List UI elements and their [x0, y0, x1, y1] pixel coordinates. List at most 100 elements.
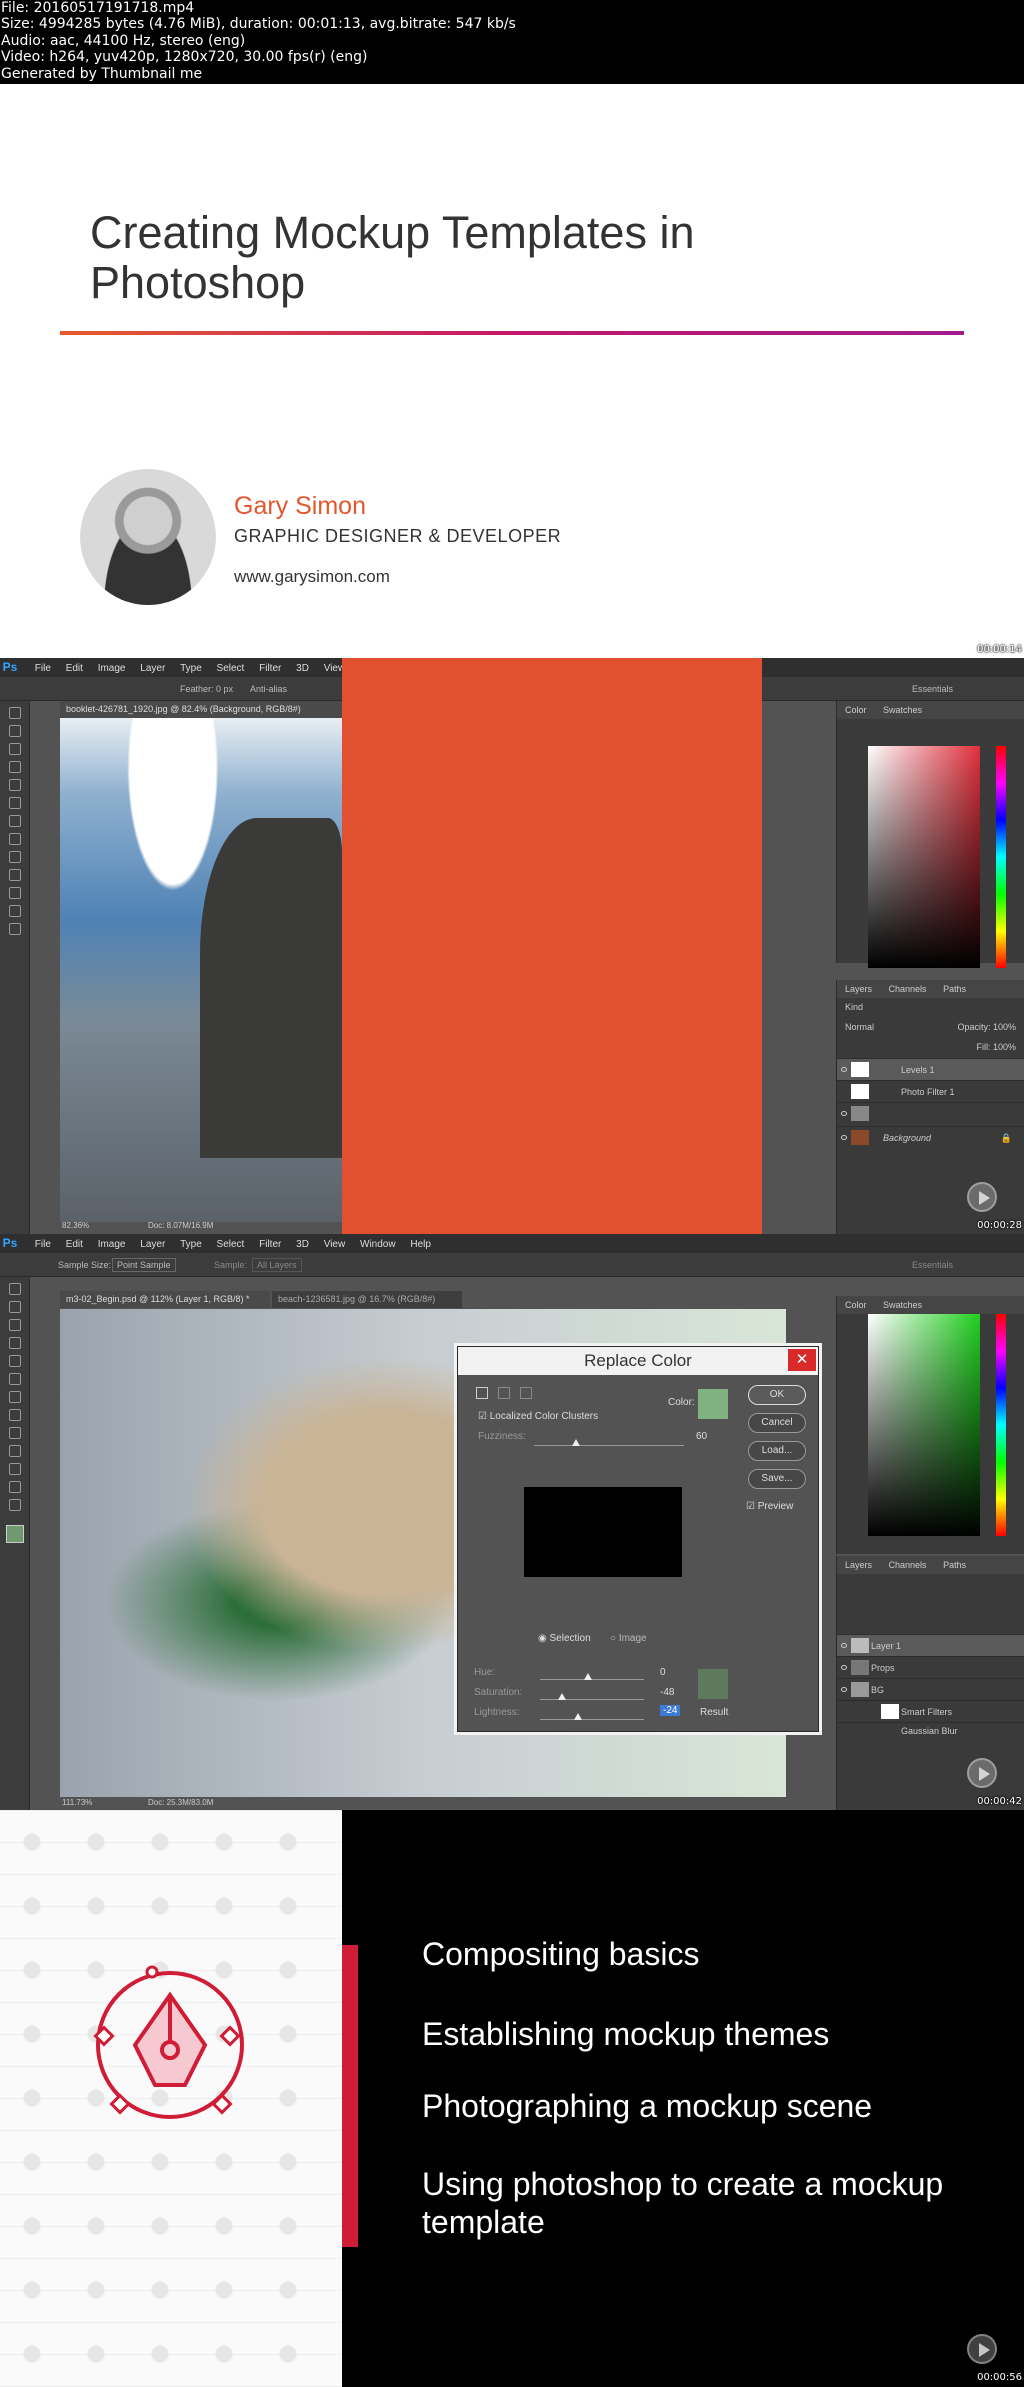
sample-size-select[interactable]: Point Sample [112, 1258, 176, 1272]
menu-edit[interactable]: Edit [66, 1235, 83, 1254]
visibility-eye-icon[interactable] [841, 1135, 847, 1140]
pen-tool-icon[interactable] [9, 851, 21, 863]
saturation-slider[interactable] [540, 1699, 644, 1700]
tab-color[interactable]: Color [845, 1300, 867, 1310]
hand-tool-icon[interactable] [9, 905, 21, 917]
tab-channels[interactable]: Channels [889, 1560, 927, 1570]
ok-button[interactable]: OK [748, 1385, 806, 1405]
cancel-button[interactable]: Cancel [748, 1413, 806, 1433]
tab-layers[interactable]: Layers [845, 1560, 872, 1570]
eraser-tool-icon[interactable] [9, 815, 21, 827]
zoom-tool-icon[interactable] [9, 923, 21, 935]
fuzziness-slider[interactable] [534, 1445, 684, 1446]
workspace-select[interactable]: Essentials [912, 684, 953, 694]
type-tool-icon[interactable] [9, 869, 21, 881]
type-tool-icon[interactable] [9, 1445, 21, 1457]
tab-swatches[interactable]: Swatches [883, 705, 922, 715]
load-button[interactable]: Load... [748, 1441, 806, 1461]
saturation-value[interactable]: -48 [660, 1687, 674, 1698]
play-icon[interactable] [967, 1182, 997, 1212]
path-select-tool-icon[interactable] [9, 887, 21, 899]
visibility-eye-icon[interactable] [841, 1111, 847, 1116]
hue-slider[interactable] [540, 1679, 644, 1680]
preview-checkbox[interactable]: ☑ Preview [746, 1501, 793, 1512]
foreground-color-swatch[interactable] [6, 1525, 24, 1543]
healing-tool-icon[interactable] [9, 1337, 21, 1349]
tab-layers[interactable]: Layers [845, 984, 872, 994]
tab-swatches[interactable]: Swatches [883, 1300, 922, 1310]
tab-color[interactable]: Color [845, 705, 867, 715]
menu-image[interactable]: Image [98, 1235, 126, 1254]
visibility-eye-icon[interactable] [841, 1643, 847, 1648]
menu-filter[interactable]: Filter [259, 1235, 281, 1254]
localized-clusters-checkbox[interactable]: ☑ Localized Color Clusters [478, 1411, 598, 1422]
eyedropper-minus-icon[interactable] [520, 1387, 532, 1399]
path-select-tool-icon[interactable] [9, 1463, 21, 1475]
visibility-eye-icon[interactable] [841, 1067, 847, 1072]
visibility-eye-icon[interactable] [841, 1687, 847, 1692]
result-color-swatch[interactable] [698, 1669, 728, 1699]
menu-select[interactable]: Select [217, 1235, 245, 1254]
close-icon[interactable]: ✕ [788, 1349, 816, 1371]
color-field[interactable] [868, 746, 980, 968]
stamp-tool-icon[interactable] [9, 1373, 21, 1385]
hue-slider-knob[interactable] [584, 1673, 592, 1680]
eyedropper-plus-icon[interactable] [498, 1387, 510, 1399]
document-tab[interactable]: booklet-426781_1920.jpg @ 82.4% (Backgro… [60, 701, 342, 718]
fuzziness-value[interactable]: 60 [696, 1431, 707, 1442]
antialias-checkbox[interactable]: Anti-alias [250, 684, 287, 694]
menu-type[interactable]: Type [180, 659, 202, 678]
color-field[interactable] [868, 1314, 980, 1536]
play-icon[interactable] [967, 605, 997, 635]
brush-tool-icon[interactable] [9, 1355, 21, 1367]
lightness-value[interactable]: -24 [660, 1705, 681, 1716]
layer-row[interactable]: Layer 1 [837, 1634, 1024, 1656]
lightness-slider[interactable] [540, 1719, 644, 1720]
menu-layer[interactable]: Layer [140, 1235, 165, 1254]
blend-mode-select[interactable]: Normal [845, 1022, 874, 1032]
menu-help[interactable]: Help [410, 1235, 431, 1254]
menu-edit[interactable]: Edit [66, 659, 83, 678]
menu-file[interactable]: File [35, 659, 51, 678]
fill-field[interactable]: Fill: 100% [976, 1042, 1016, 1052]
document-tab-active[interactable]: m3-02_Begin.psd @ 112% (Layer 1, RGB/8) … [60, 1291, 270, 1308]
healing-tool-icon[interactable] [9, 761, 21, 773]
selection-radio[interactable]: ◉ Selection [538, 1633, 591, 1644]
fuzziness-slider-knob[interactable] [572, 1439, 580, 1446]
menu-filter[interactable]: Filter [259, 659, 281, 678]
play-icon[interactable] [967, 2334, 997, 2364]
zoom-level[interactable]: 82.36% [62, 1221, 89, 1230]
stamp-tool-icon[interactable] [9, 797, 21, 809]
lasso-tool-icon[interactable] [9, 1301, 21, 1313]
play-icon[interactable] [967, 1758, 997, 1788]
pen-tool-icon[interactable] [9, 1427, 21, 1439]
layer-row[interactable]: Gaussian Blur [837, 1722, 1024, 1738]
feather-field[interactable]: Feather: 0 px [180, 684, 233, 694]
menu-layer[interactable]: Layer [140, 659, 165, 678]
hue-slider[interactable] [996, 1314, 1006, 1536]
saturation-slider-knob[interactable] [558, 1693, 566, 1700]
menu-3d[interactable]: 3D [296, 1235, 309, 1254]
brush-tool-icon[interactable] [9, 779, 21, 791]
image-radio[interactable]: ○ Image [610, 1633, 647, 1644]
hand-tool-icon[interactable] [9, 1481, 21, 1493]
tab-channels[interactable]: Channels [889, 984, 927, 994]
document-tab[interactable]: beach-1236581.jpg @ 16.7% (RGB/8#) [272, 1291, 462, 1308]
lightness-slider-knob[interactable] [574, 1713, 582, 1720]
menu-file[interactable]: File [35, 1235, 51, 1254]
kind-filter[interactable]: Kind [845, 1002, 863, 1012]
hue-slider[interactable] [996, 746, 1006, 968]
menu-select[interactable]: Select [217, 659, 245, 678]
crop-tool-icon[interactable] [9, 743, 21, 755]
eraser-tool-icon[interactable] [9, 1391, 21, 1403]
layer-row[interactable]: BG [837, 1678, 1024, 1700]
save-button[interactable]: Save... [748, 1469, 806, 1489]
tab-paths[interactable]: Paths [943, 984, 966, 994]
opacity-field[interactable]: Opacity: 100% [957, 1022, 1016, 1032]
workspace-select[interactable]: Essentials [912, 1260, 953, 1270]
eyedropper-icon[interactable] [476, 1387, 488, 1399]
menu-image[interactable]: Image [98, 659, 126, 678]
hue-value[interactable]: 0 [660, 1667, 666, 1678]
crop-tool-icon[interactable] [9, 1319, 21, 1331]
menu-type[interactable]: Type [180, 1235, 202, 1254]
